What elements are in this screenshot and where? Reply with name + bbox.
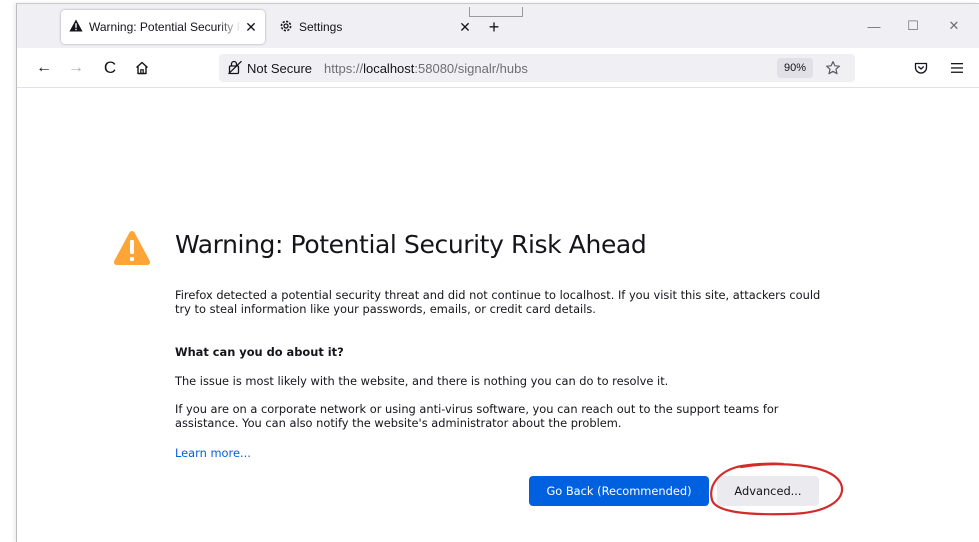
zoom-reset-button[interactable]: 90% <box>777 58 814 78</box>
intro-text: Firefox detected a potential security th… <box>175 288 821 316</box>
close-tab-icon[interactable]: ✕ <box>455 17 475 37</box>
security-label: Not Secure <box>247 60 313 76</box>
home-icon[interactable] <box>131 57 153 79</box>
hamburger-menu-icon[interactable] <box>946 57 968 79</box>
tab-security-warning[interactable]: Warning: Potential Security Risk Ahead ✕ <box>61 10 265 44</box>
tab-label: Warning: Potential Security Risk Ahead <box>89 20 241 34</box>
warning-triangle-icon <box>69 19 83 35</box>
url-host: localhost <box>363 60 415 76</box>
new-tab-button[interactable]: + <box>483 16 505 38</box>
pocket-icon[interactable] <box>910 57 932 79</box>
star-icon[interactable] <box>822 57 844 79</box>
minimize-button[interactable]: — <box>863 16 885 36</box>
maximize-button[interactable]: ☐ <box>902 16 924 36</box>
tab-label: Settings <box>299 20 343 34</box>
browser-window: Warning: Potential Security Risk Ahead ✕… <box>16 3 979 542</box>
tab-strip: Warning: Potential Security Risk Ahead ✕… <box>17 4 979 48</box>
site-security-indicator[interactable]: Not Secure <box>227 59 312 78</box>
navigation-toolbar: ← → C Not Secure https://localhost:58080… <box>17 48 979 88</box>
url-path: :58080/signalr/hubs <box>414 60 528 76</box>
page-title: Warning: Potential Security Risk Ahead <box>175 230 647 259</box>
reload-button[interactable]: C <box>99 57 121 79</box>
forward-button[interactable]: → <box>65 57 87 79</box>
back-button[interactable]: ← <box>33 57 55 79</box>
insecure-lock-icon <box>227 59 243 78</box>
gear-icon <box>279 19 293 36</box>
go-back-button[interactable]: Go Back (Recommended) <box>529 476 709 506</box>
answer-text-1: The issue is most likely with the websit… <box>175 374 669 388</box>
close-window-button[interactable]: ✕ <box>943 16 965 36</box>
tab-settings[interactable]: Settings ✕ <box>271 10 481 44</box>
learn-more-link[interactable]: Learn more... <box>175 446 251 460</box>
close-tab-icon[interactable]: ✕ <box>241 17 261 37</box>
address-bar[interactable]: Not Secure https://localhost:58080/signa… <box>219 54 855 82</box>
red-annotation-circle <box>710 462 844 516</box>
url-text[interactable]: https://localhost:58080/signalr/hubs <box>324 61 528 76</box>
url-prefix: https:// <box>324 60 364 76</box>
answer-text-2: If you are on a corporate network or usi… <box>175 402 779 430</box>
section-heading: What can you do about it? <box>175 345 344 359</box>
warning-large-icon <box>112 228 152 268</box>
